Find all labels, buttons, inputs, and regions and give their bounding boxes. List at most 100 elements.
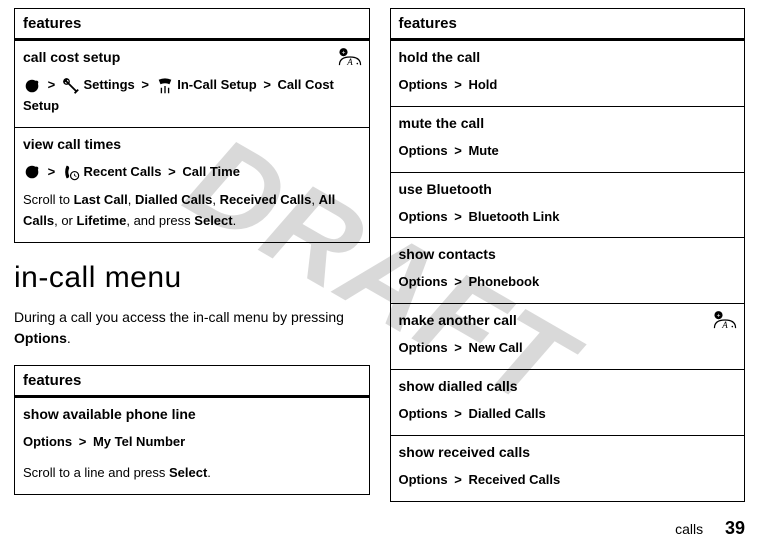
- recent-calls-icon: [62, 163, 80, 181]
- scroll-or: or: [61, 213, 73, 228]
- feature-row-view-call-times: view call times > Recent Calls > Call Ti…: [15, 128, 369, 242]
- feature-instruction: Scroll to a line and press Select.: [23, 463, 361, 484]
- table-header: features: [15, 366, 369, 398]
- path-b: Bluetooth Link: [468, 209, 559, 224]
- feature-row-hold: hold the call Options > Hold: [391, 41, 745, 107]
- table-header: features: [15, 9, 369, 41]
- svg-text:A: A: [721, 320, 728, 330]
- path-settings: Settings: [83, 77, 134, 92]
- feature-instruction: Scroll to Last Call, Dialled Calls, Rece…: [23, 190, 361, 232]
- feature-row-contacts: show contacts Options > Phonebook: [391, 238, 745, 304]
- path-a: Options: [399, 143, 448, 158]
- feature-row-mute: mute the call Options > Mute: [391, 107, 745, 173]
- footer-page-number: 39: [725, 518, 745, 538]
- path-mytel: My Tel Number: [93, 434, 185, 449]
- feature-title: hold the call: [399, 49, 737, 65]
- scroll-text: Scroll to a line and press: [23, 465, 165, 480]
- path-recent: Recent Calls: [83, 164, 161, 179]
- footer-section-label: calls: [675, 521, 703, 537]
- gt-icon: >: [454, 77, 462, 92]
- feature-path: Options > Received Calls: [399, 470, 737, 491]
- page-footer: calls 39: [675, 518, 745, 539]
- left-column: features +A call cost setup > Settings >…: [14, 8, 370, 520]
- svg-text:+: +: [341, 50, 345, 57]
- feature-row-call-cost-setup: +A call cost setup > Settings > In-Call …: [15, 41, 369, 128]
- path-b: New Call: [468, 340, 522, 355]
- features-table-bottom: features show available phone line Optio…: [14, 365, 370, 495]
- gt-icon: >: [263, 77, 271, 92]
- svg-text:A: A: [346, 57, 353, 67]
- scroll-item: Lifetime: [77, 213, 127, 228]
- feature-path: Options > Phonebook: [399, 272, 737, 293]
- gt-icon: >: [454, 406, 462, 421]
- path-a: Options: [399, 340, 448, 355]
- feature-path: Options > Dialled Calls: [399, 404, 737, 425]
- feature-path: > Settings > In-Call Setup > Call Cost S…: [23, 75, 361, 117]
- feature-title: make another call: [399, 312, 737, 328]
- feature-title: show dialled calls: [399, 378, 737, 394]
- scroll-action: Select: [194, 213, 232, 228]
- scroll-action: Select: [169, 465, 207, 480]
- right-column: features hold the call Options > Hold mu…: [390, 8, 746, 520]
- gt-icon: >: [454, 340, 462, 355]
- section-intro: During a call you access the in-call men…: [14, 307, 370, 349]
- feature-title: view call times: [23, 136, 361, 152]
- path-a: Options: [399, 274, 448, 289]
- scroll-item: Dialled Calls: [135, 192, 212, 207]
- path-incall: In-Call Setup: [177, 77, 256, 92]
- path-a: Options: [399, 77, 448, 92]
- features-table-right: features hold the call Options > Hold mu…: [390, 8, 746, 502]
- path-a: Options: [399, 406, 448, 421]
- feature-title: show contacts: [399, 246, 737, 262]
- feature-path: Options > Bluetooth Link: [399, 207, 737, 228]
- network-operator-icon: +A: [712, 310, 738, 330]
- path-a: Options: [399, 209, 448, 224]
- gt-icon: >: [454, 143, 462, 158]
- intro-options: Options: [14, 330, 67, 346]
- center-key-icon: [23, 163, 41, 181]
- feature-row-new-call: +A make another call Options > New Call: [391, 304, 745, 370]
- scroll-prefix: Scroll to: [23, 192, 70, 207]
- intro-text: During a call you access the in-call men…: [14, 309, 344, 325]
- feature-title: call cost setup: [23, 49, 361, 65]
- path-options: Options: [23, 434, 72, 449]
- gt-icon: >: [454, 472, 462, 487]
- gt-icon: >: [454, 274, 462, 289]
- svg-text:+: +: [717, 313, 721, 320]
- feature-path: Options > My Tel Number: [23, 432, 361, 453]
- center-key-icon: [23, 77, 41, 95]
- network-operator-icon: +A: [337, 47, 363, 67]
- path-b: Dialled Calls: [468, 406, 545, 421]
- feature-path: Options > New Call: [399, 338, 737, 359]
- feature-title: show available phone line: [23, 406, 361, 422]
- feature-title: use Bluetooth: [399, 181, 737, 197]
- feature-path: Options > Hold: [399, 75, 737, 96]
- scroll-suffix: , and press: [126, 213, 190, 228]
- gt-icon: >: [48, 164, 56, 179]
- gt-icon: >: [79, 434, 87, 449]
- feature-row-phone-line: show available phone line Options > My T…: [15, 398, 369, 494]
- scroll-item: Received Calls: [220, 192, 312, 207]
- scroll-item: Last Call: [74, 192, 128, 207]
- path-b: Received Calls: [468, 472, 560, 487]
- features-table-top: features +A call cost setup > Settings >…: [14, 8, 370, 243]
- path-a: Options: [399, 472, 448, 487]
- feature-row-dialled: show dialled calls Options > Dialled Cal…: [391, 370, 745, 436]
- path-b: Phonebook: [468, 274, 539, 289]
- path-b: Hold: [468, 77, 497, 92]
- section-heading-incall-menu: in-call menu: [14, 261, 370, 295]
- feature-path: Options > Mute: [399, 141, 737, 162]
- feature-row-received: show received calls Options > Received C…: [391, 436, 745, 501]
- incall-icon: [156, 77, 174, 95]
- path-b: Mute: [468, 143, 498, 158]
- path-calltime: Call Time: [182, 164, 240, 179]
- feature-path: > Recent Calls > Call Time: [23, 162, 361, 183]
- gt-icon: >: [168, 164, 176, 179]
- feature-title: show received calls: [399, 444, 737, 460]
- table-header: features: [391, 9, 745, 41]
- gt-icon: >: [141, 77, 149, 92]
- settings-tools-icon: [62, 77, 80, 95]
- gt-icon: >: [454, 209, 462, 224]
- gt-icon: >: [48, 77, 56, 92]
- feature-row-bluetooth: use Bluetooth Options > Bluetooth Link: [391, 173, 745, 239]
